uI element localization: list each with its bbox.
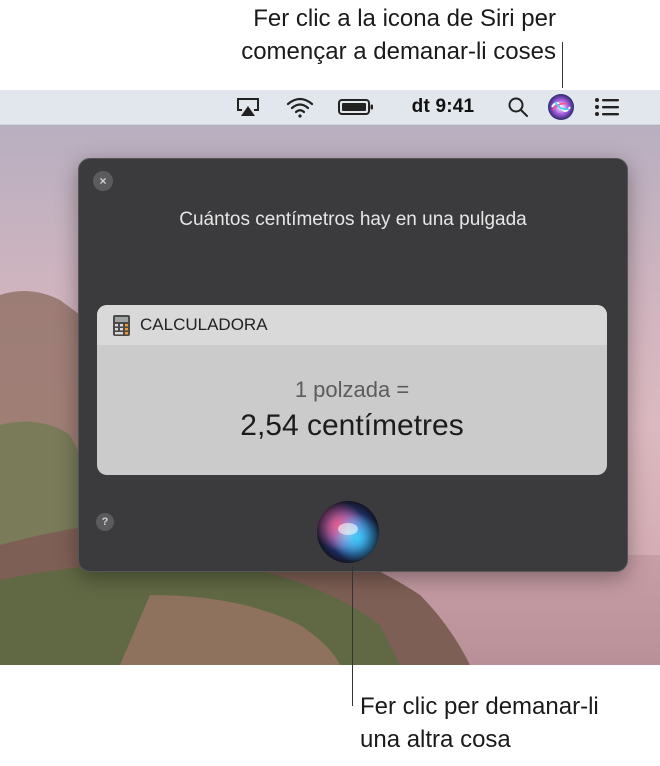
result-line1: 1 polzada = — [294, 377, 410, 402]
callout-bottom-line1: Fer clic per demanar-li — [360, 693, 599, 720]
spotlight-search-icon[interactable] — [504, 90, 532, 124]
siri-orb-icon — [317, 501, 379, 563]
menu-bar: dt 9:41 — [0, 90, 660, 125]
result-line2: 2,54 centímetres — [240, 409, 464, 442]
card-app-name: CALCULADORA — [140, 315, 268, 334]
callout-top-leader — [562, 42, 563, 88]
callout-siri-icon: Fer clic a la icona de Siri per començar… — [0, 2, 556, 68]
callout-bottom-line2: una altra cosa — [360, 726, 511, 753]
siri-icon[interactable] — [545, 90, 577, 124]
card-header: CALCULADORA — [97, 305, 607, 345]
siri-query-text: Cuántos centímetros hay en una pulgada — [179, 209, 527, 230]
callout-top-line2: començar a demanar-li coses — [241, 38, 556, 65]
callout-bottom-leader — [352, 566, 353, 706]
wifi-icon[interactable] — [282, 90, 318, 124]
menubar-clock[interactable]: dt 9:41 — [402, 90, 484, 124]
battery-icon[interactable] — [336, 90, 376, 124]
callout-top-line1: Fer clic a la icona de Siri per — [253, 5, 556, 32]
siri-orb-button[interactable] — [315, 499, 381, 565]
calculator-result-card[interactable]: CALCULADORA 1 polzada = 2,54 centímetres — [97, 305, 607, 475]
notification-center-icon[interactable] — [590, 90, 624, 124]
airplay-icon[interactable] — [232, 90, 264, 124]
siri-window: × Cuántos centímetros hay en una pulgada… — [78, 158, 628, 572]
callout-siri-button: Fer clic per demanar-li una altra cosa — [360, 690, 599, 756]
help-button[interactable]: ? — [96, 513, 114, 531]
calculator-app-icon — [113, 314, 130, 336]
close-button[interactable]: × — [93, 171, 113, 191]
